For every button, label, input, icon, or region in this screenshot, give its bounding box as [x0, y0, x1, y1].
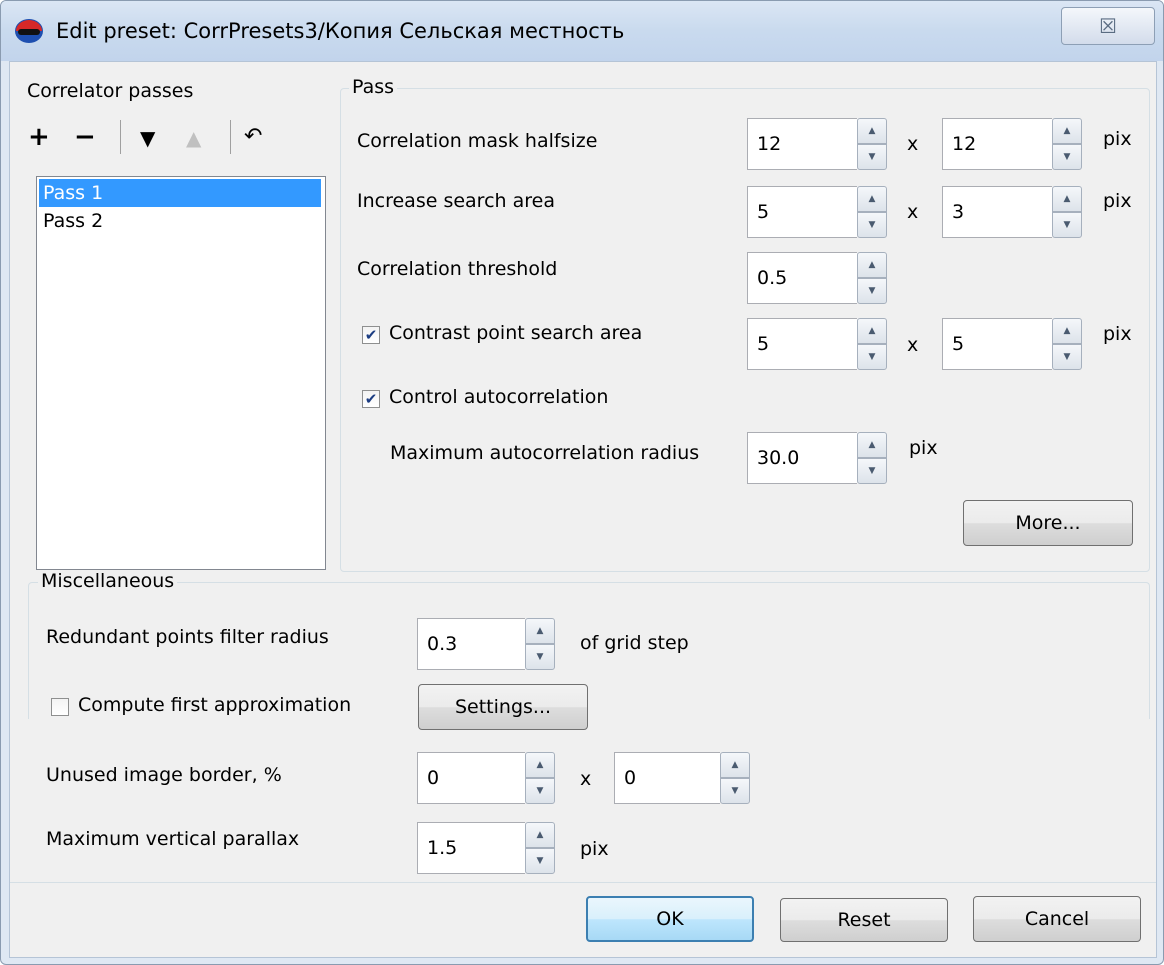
- spin-down-icon[interactable]: ▼: [720, 778, 750, 804]
- redundant-filter-unit: of grid step: [580, 632, 689, 654]
- spin-up-icon[interactable]: ▲: [1052, 318, 1082, 344]
- spin-up-icon[interactable]: ▲: [857, 432, 887, 458]
- mask-halfsize-unit: pix: [1103, 128, 1132, 150]
- redundant-filter-label: Redundant points filter radius: [46, 626, 329, 648]
- remove-pass-icon[interactable]: −: [74, 124, 96, 150]
- move-up-icon[interactable]: ▲: [186, 128, 201, 148]
- spin-down-icon[interactable]: ▼: [1052, 344, 1082, 370]
- mask-halfsize-y-spinner[interactable]: ▲ ▼: [1052, 118, 1082, 170]
- first-approx-checkbox[interactable]: [51, 698, 69, 716]
- spin-up-icon[interactable]: ▲: [720, 752, 750, 778]
- control-autocorrelation-checkbox[interactable]: ✔: [362, 390, 380, 408]
- spin-down-icon[interactable]: ▼: [857, 278, 887, 304]
- mask-halfsize-sep: x: [907, 133, 919, 155]
- ok-button[interactable]: OK: [586, 896, 754, 942]
- spin-down-icon[interactable]: ▼: [1052, 212, 1082, 238]
- threshold-input[interactable]: 0.5: [747, 252, 857, 304]
- correlator-passes-label: Correlator passes: [27, 80, 194, 102]
- pass-group-title: Pass: [349, 76, 398, 98]
- control-autocorrelation-label: Control autocorrelation: [389, 386, 609, 408]
- toolbar-separator: [230, 120, 231, 154]
- search-area-x-spinner[interactable]: ▲ ▼: [857, 186, 887, 238]
- contrast-area-label: Contrast point search area: [389, 322, 643, 344]
- max-autocorr-radius-spinner[interactable]: ▲ ▼: [857, 432, 887, 484]
- spin-down-icon[interactable]: ▼: [857, 344, 887, 370]
- spin-down-icon[interactable]: ▼: [857, 144, 887, 170]
- spin-down-icon[interactable]: ▼: [525, 778, 555, 804]
- move-down-icon[interactable]: ▼: [140, 128, 155, 148]
- contrast-area-x-input[interactable]: 5: [747, 318, 857, 370]
- unused-border-label: Unused image border, %: [46, 764, 282, 786]
- toolbar-separator: [120, 120, 121, 154]
- search-area-unit: pix: [1103, 190, 1132, 212]
- dialog-window: Edit preset: CorrPresets3/Копия Сельская…: [0, 0, 1164, 965]
- unused-border-y-input[interactable]: 0: [614, 752, 720, 804]
- undo-icon[interactable]: ↶: [244, 126, 262, 148]
- unused-border-y-spinner[interactable]: ▲ ▼: [720, 752, 750, 804]
- search-area-y-input[interactable]: 3: [942, 186, 1052, 238]
- threshold-label: Correlation threshold: [357, 258, 558, 280]
- list-item-pass-2[interactable]: Pass 2: [39, 207, 321, 235]
- reset-button[interactable]: Reset: [780, 898, 948, 942]
- max-autocorr-radius-input[interactable]: 30.0: [747, 432, 857, 484]
- mask-halfsize-x-input[interactable]: 12: [747, 118, 857, 170]
- misc-group-title: Miscellaneous: [38, 570, 178, 592]
- mask-halfsize-y-input[interactable]: 12: [942, 118, 1052, 170]
- spin-down-icon[interactable]: ▼: [857, 458, 887, 484]
- contrast-area-sep: x: [907, 334, 919, 356]
- spin-down-icon[interactable]: ▼: [857, 212, 887, 238]
- dialog-body: Correlator passes + − ▼ ▲ ↶ Pass 1 Pass …: [9, 61, 1157, 958]
- search-area-label: Increase search area: [357, 190, 555, 212]
- settings-button[interactable]: Settings...: [418, 684, 588, 730]
- app-logo-icon: [15, 19, 43, 43]
- unused-border-x-input[interactable]: 0: [417, 752, 525, 804]
- mask-halfsize-label: Correlation mask halfsize: [357, 130, 598, 152]
- max-parallax-input[interactable]: 1.5: [417, 822, 525, 874]
- contrast-area-x-spinner[interactable]: ▲ ▼: [857, 318, 887, 370]
- max-autocorr-radius-label: Maximum autocorrelation radius: [390, 442, 700, 464]
- window-title: Edit preset: CorrPresets3/Копия Сельская…: [56, 19, 625, 43]
- close-button[interactable]: ☒: [1061, 7, 1155, 45]
- cancel-button[interactable]: Cancel: [973, 896, 1141, 942]
- max-parallax-label: Maximum vertical parallax: [46, 828, 300, 850]
- spin-down-icon[interactable]: ▼: [1052, 144, 1082, 170]
- spin-up-icon[interactable]: ▲: [525, 822, 555, 848]
- more-button[interactable]: More...: [963, 500, 1133, 546]
- list-item-pass-1[interactable]: Pass 1: [39, 179, 321, 207]
- max-parallax-unit: pix: [580, 838, 609, 860]
- spin-up-icon[interactable]: ▲: [857, 186, 887, 212]
- contrast-area-checkbox[interactable]: ✔: [362, 326, 380, 344]
- redundant-filter-spinner[interactable]: ▲ ▼: [525, 618, 555, 670]
- spin-up-icon[interactable]: ▲: [857, 118, 887, 144]
- max-autocorr-radius-unit: pix: [909, 437, 938, 459]
- search-area-x-input[interactable]: 5: [747, 186, 857, 238]
- unused-border-x-spinner[interactable]: ▲ ▼: [525, 752, 555, 804]
- contrast-area-y-input[interactable]: 5: [942, 318, 1052, 370]
- title-bar[interactable]: Edit preset: CorrPresets3/Копия Сельская…: [1, 1, 1163, 61]
- threshold-spinner[interactable]: ▲ ▼: [857, 252, 887, 304]
- footer-divider: [10, 882, 1156, 883]
- redundant-filter-input[interactable]: 0.3: [417, 618, 525, 670]
- spin-up-icon[interactable]: ▲: [1052, 186, 1082, 212]
- spin-up-icon[interactable]: ▲: [1052, 118, 1082, 144]
- max-parallax-spinner[interactable]: ▲ ▼: [525, 822, 555, 874]
- spin-up-icon[interactable]: ▲: [525, 752, 555, 778]
- first-approx-label: Compute first approximation: [78, 694, 352, 716]
- mask-halfsize-x-spinner[interactable]: ▲ ▼: [857, 118, 887, 170]
- unused-border-sep: x: [580, 768, 592, 790]
- spin-down-icon[interactable]: ▼: [525, 848, 555, 874]
- spin-up-icon[interactable]: ▲: [857, 252, 887, 278]
- contrast-area-unit: pix: [1103, 323, 1132, 345]
- add-pass-icon[interactable]: +: [28, 124, 50, 150]
- contrast-area-y-spinner[interactable]: ▲ ▼: [1052, 318, 1082, 370]
- search-area-sep: x: [907, 201, 919, 223]
- close-icon: ☒: [1099, 14, 1117, 38]
- spin-up-icon[interactable]: ▲: [525, 618, 555, 644]
- passes-list[interactable]: Pass 1 Pass 2: [36, 176, 326, 570]
- search-area-y-spinner[interactable]: ▲ ▼: [1052, 186, 1082, 238]
- spin-up-icon[interactable]: ▲: [857, 318, 887, 344]
- spin-down-icon[interactable]: ▼: [525, 644, 555, 670]
